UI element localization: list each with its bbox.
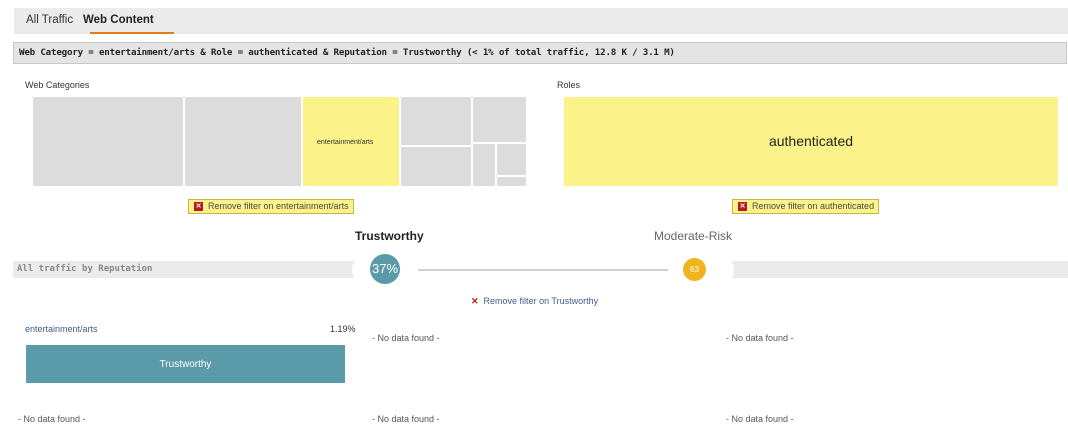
category-result-link[interactable]: entertainment/arts <box>25 324 98 334</box>
filter-summary-text: Web Category = entertainment/arts & Role… <box>19 47 675 58</box>
no-data-message: - No data found - <box>372 414 440 424</box>
treemap-cell[interactable] <box>401 97 471 145</box>
remove-filter-category-button[interactable]: ✕ Remove filter on entertainment/arts <box>188 199 354 214</box>
trustworthy-result-bar-label: Trustworthy <box>159 359 212 370</box>
no-data-message: - No data found - <box>726 414 794 424</box>
reputation-band-right <box>732 261 1068 278</box>
roles-selected-label: authenticated <box>768 133 854 149</box>
trustworthy-result-bar[interactable]: Trustworthy <box>26 345 345 383</box>
trustworthy-percent-badge[interactable]: 37% <box>370 254 400 284</box>
remove-filter-reputation-label: Remove filter on Trustworthy <box>483 296 599 306</box>
reputation-left-title: Trustworthy <box>355 229 424 243</box>
treemap-cell[interactable] <box>33 97 183 186</box>
tab-bar: All Traffic Web Content <box>14 8 1068 34</box>
moderate-risk-badge[interactable]: 63 <box>683 258 706 281</box>
treemap-cell[interactable] <box>401 147 471 186</box>
remove-filter-role-label: Remove filter on authenticated <box>752 201 875 211</box>
treemap-cell-selected[interactable]: entertainment/arts <box>303 97 399 186</box>
no-data-message: - No data found - <box>18 414 86 424</box>
remove-x-icon: ✕ <box>738 202 747 211</box>
no-data-message: - No data found - <box>726 333 794 343</box>
filter-summary-bar: Web Category = entertainment/arts & Role… <box>13 42 1067 64</box>
roles-treemap-cell-selected[interactable]: authenticated <box>564 97 1058 186</box>
treemap-cell[interactable] <box>473 97 526 142</box>
remove-filter-role-button[interactable]: ✕ Remove filter on authenticated <box>732 199 880 214</box>
category-result-percent: 1.19% <box>330 324 356 334</box>
treemap-cell[interactable] <box>185 97 301 186</box>
remove-filter-reputation-link[interactable]: ✕ Remove filter on Trustworthy <box>471 296 598 307</box>
treemap-cell[interactable] <box>497 177 526 186</box>
no-data-message: - No data found - <box>372 333 440 343</box>
treemap-cell[interactable] <box>473 144 495 186</box>
roles-title: Roles <box>557 80 581 90</box>
reputation-slider-track <box>400 269 690 271</box>
treemap-cell[interactable] <box>497 144 526 175</box>
web-categories-title: Web Categories <box>25 80 90 90</box>
tab-all-traffic[interactable]: All Traffic <box>26 14 73 26</box>
reputation-band: All traffic by Reputation <box>13 261 357 278</box>
reputation-right-title: Moderate-Risk <box>654 229 733 243</box>
remove-filter-category-label: Remove filter on entertainment/arts <box>208 201 349 211</box>
reputation-band-label: All traffic by Reputation <box>17 264 153 274</box>
active-tab-indicator <box>90 32 174 34</box>
treemap-selected-label: entertainment/arts <box>317 139 374 146</box>
tab-web-content[interactable]: Web Content <box>83 14 154 26</box>
remove-x-icon: ✕ <box>471 296 479 306</box>
remove-x-icon: ✕ <box>194 202 203 211</box>
